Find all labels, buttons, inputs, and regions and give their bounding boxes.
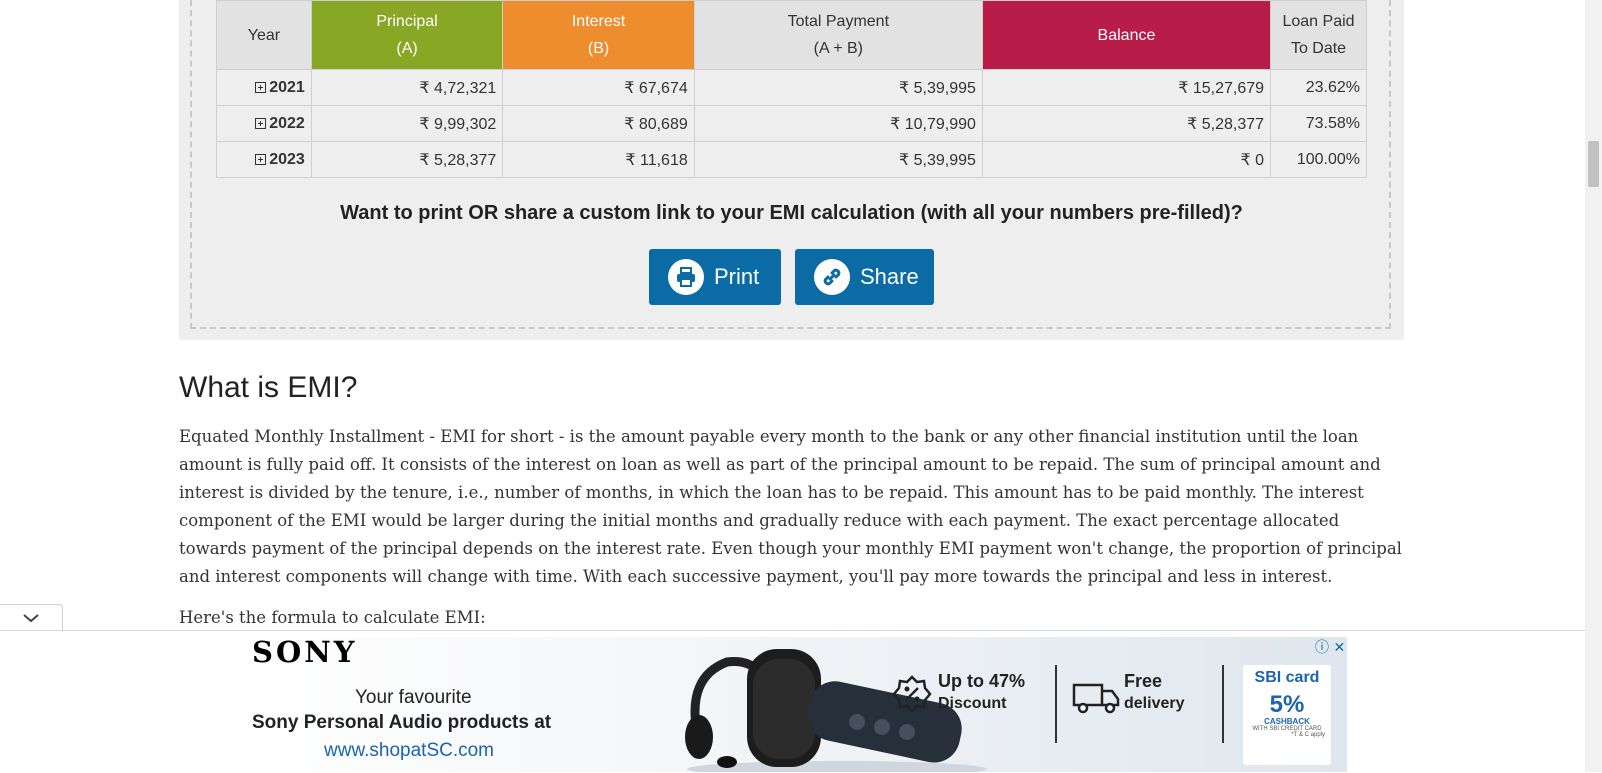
chevron-down-icon	[23, 613, 39, 622]
interest-cell: ₹ 11,618	[502, 141, 695, 178]
table-header-row: Year Principal (A) Interest (B) Total Paym…	[216, 0, 1367, 70]
principal-cell: ₹ 9,99,302	[310, 105, 504, 142]
table-row[interactable]: 2021 ₹ 4,72,321 ₹ 67,674 ₹ 5,39,995 ₹ 15…	[216, 69, 1367, 106]
share-button-label: Share	[860, 264, 919, 289]
year-cell[interactable]: 2021	[216, 69, 312, 106]
table-row[interactable]: 2023 ₹ 5,28,377 ₹ 11,618 ₹ 5,39,995 ₹ 0 …	[216, 141, 1367, 178]
sbi-logo: SBI card	[1254, 669, 1320, 686]
emi-schedule-table: Year Principal (A) Interest (B) Total Paym…	[216, 0, 1367, 178]
printer-icon	[668, 259, 704, 295]
total-cell: ₹ 5,39,995	[693, 141, 983, 178]
paid-cell: 100.00%	[1270, 141, 1367, 178]
ad-divider	[1222, 665, 1224, 743]
header-total-payment: Total Payment (A + B)	[693, 0, 983, 70]
expand-plus-icon[interactable]	[255, 81, 267, 93]
print-button[interactable]: Print	[649, 249, 781, 305]
expand-plus-icon[interactable]	[255, 117, 267, 129]
total-cell: ₹ 10,79,990	[693, 105, 983, 142]
sbi-percent: 5%	[1269, 691, 1305, 718]
balance-cell: ₹ 15,27,679	[981, 69, 1272, 106]
ad-line2: Sony Personal Audio products at	[252, 712, 552, 733]
sbi-tc: *T & C apply	[1291, 732, 1325, 738]
scrollbar-thumb[interactable]	[1588, 141, 1599, 187]
header-interest: Interest (B)	[502, 0, 695, 70]
sbi-card-badge: SBI card 5% CASHBACK WITH SBI CREDIT CAR…	[1243, 665, 1331, 765]
ad-offer1-top: Up to 47%	[938, 671, 1026, 691]
link-icon	[814, 259, 850, 295]
balance-cell: ₹ 5,28,377	[981, 105, 1272, 142]
scrollbar[interactable]	[1585, 0, 1602, 772]
ad-divider	[1055, 665, 1057, 743]
ad-controls[interactable]: ⓘ ✕	[1315, 637, 1345, 657]
discount-badge-icon	[892, 675, 932, 713]
ad-link[interactable]: www.shopatSC.com	[324, 740, 494, 762]
year-cell[interactable]: 2023	[216, 141, 312, 178]
table-row[interactable]: 2022 ₹ 9,99,302 ₹ 80,689 ₹ 10,79,990 ₹ 5…	[216, 105, 1367, 142]
ad-offer2-bottom: delivery	[1124, 695, 1185, 712]
ad-banner[interactable]: SONY Your favourite Sony Personal Audio …	[237, 637, 1347, 772]
share-prompt: Want to print OR share a custom link to …	[340, 202, 1243, 224]
paid-cell: 73.58%	[1270, 105, 1367, 142]
expand-plus-icon[interactable]	[255, 153, 267, 165]
total-cell: ₹ 5,39,995	[693, 69, 983, 106]
collapse-ad-button[interactable]	[0, 604, 63, 631]
principal-cell: ₹ 4,72,321	[310, 69, 504, 106]
ad-offer2-top: Free	[1124, 671, 1163, 691]
header-loan-paid: Loan Paid To Date	[1270, 0, 1367, 70]
print-button-label: Print	[714, 264, 760, 289]
section-heading: What is EMI?	[179, 371, 358, 404]
ad-close-icon[interactable]: ✕	[1333, 640, 1345, 656]
interest-cell: ₹ 80,689	[502, 105, 695, 142]
principal-cell: ₹ 5,28,377	[310, 141, 504, 178]
ad-line1: Your favourite	[355, 687, 472, 708]
year-cell[interactable]: 2022	[216, 105, 312, 142]
ad-brand-logo: SONY	[252, 637, 358, 669]
header-year: Year	[216, 0, 312, 70]
emi-description: Equated Monthly Installment - EMI for sh…	[179, 427, 1402, 586]
paid-cell: 23.62%	[1270, 69, 1367, 106]
header-principal: Principal (A)	[310, 0, 504, 70]
share-button[interactable]: Share	[795, 249, 934, 305]
header-balance: Balance	[981, 0, 1272, 70]
delivery-truck-icon	[1072, 683, 1120, 714]
ad-info-icon[interactable]: ⓘ	[1315, 640, 1329, 656]
balance-cell: ₹ 0	[981, 141, 1272, 178]
sbi-cashback: CASHBACK	[1264, 717, 1310, 726]
ad-offer1-bottom: Discount	[938, 695, 1007, 712]
interest-cell: ₹ 67,674	[502, 69, 695, 106]
formula-intro: Here's the formula to calculate EMI:	[179, 608, 486, 627]
